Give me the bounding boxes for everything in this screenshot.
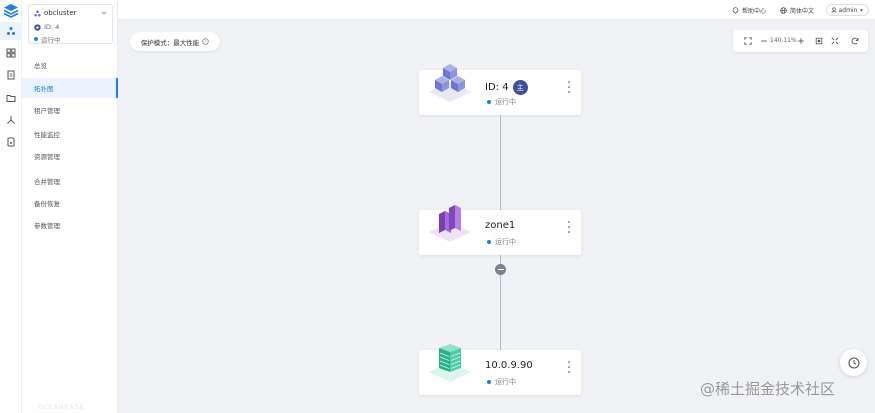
user-icon	[831, 7, 836, 13]
help-center-link[interactable]: 帮助中心	[732, 6, 766, 15]
user-menu[interactable]: admin	[826, 4, 869, 16]
cluster-node-title: ID: 4 主	[485, 80, 528, 95]
cluster-selector[interactable]: obcluster ID: 4 运行中	[28, 4, 113, 44]
icon-rail	[0, 0, 22, 413]
cluster-name: obcluster	[34, 9, 77, 17]
more-options-icon[interactable]	[567, 361, 571, 373]
fit-screen-icon[interactable]	[743, 36, 753, 46]
sidebar: obcluster ID: 4 运行中 总览 拓扑图 租户管理 性能监控 资源管…	[22, 0, 118, 413]
zone-node[interactable]: zone1 运行中	[419, 205, 581, 255]
primary-badge: 主	[512, 80, 528, 95]
sidebar-item-parameters[interactable]: 参数管理	[22, 215, 118, 235]
server-stack-icon	[429, 344, 471, 382]
rail-grid-icon[interactable]	[0, 44, 22, 62]
sidebar-item-overview[interactable]: 总览	[22, 55, 118, 75]
protection-mode-pill: 保护模式：最大性能 ?	[130, 32, 220, 51]
id-icon	[34, 23, 41, 31]
collapse-node-icon[interactable]	[495, 264, 506, 275]
rail-storage-icon[interactable]	[0, 133, 22, 151]
zoom-level: 140.11%	[770, 37, 797, 44]
language-switch[interactable]: 简体中文	[780, 6, 814, 15]
server-node-status: 运行中	[487, 377, 516, 387]
topology-canvas[interactable]: 保护模式：最大性能 ? 140.11% ID: 4 主 运行中 zone1 运行…	[118, 20, 875, 413]
rail-cluster-icon[interactable]	[0, 22, 22, 40]
location-icon	[732, 7, 739, 14]
sidebar-item-performance[interactable]: 性能监控	[22, 124, 118, 144]
sidebar-footer-logo: OCEANBASE	[38, 404, 85, 411]
more-options-icon[interactable]	[567, 221, 571, 233]
cluster-node[interactable]: ID: 4 主 运行中	[419, 64, 581, 115]
sidebar-item-tenant[interactable]: 租户管理	[22, 100, 118, 120]
rail-folder-icon[interactable]	[0, 89, 22, 107]
zone-building-icon	[429, 205, 471, 242]
more-options-icon[interactable]	[567, 81, 571, 93]
server-node[interactable]: 10.0.9.90 运行中	[419, 344, 581, 395]
cluster-zone-link	[500, 115, 501, 210]
svg-text:?: ?	[205, 39, 207, 44]
status-dot-icon	[487, 100, 491, 104]
help-icon[interactable]: ?	[202, 38, 209, 45]
zoom-out-icon[interactable]	[759, 36, 769, 46]
actual-size-icon[interactable]	[814, 36, 824, 46]
rail-topology-icon[interactable]	[0, 111, 22, 129]
cluster-icon	[34, 9, 41, 17]
top-bar: 帮助中心 简体中文 admin	[118, 0, 875, 20]
cluster-id: ID: 4	[34, 23, 59, 31]
cluster-node-status: 运行中	[487, 97, 516, 107]
chevron-down-icon[interactable]	[101, 10, 107, 16]
status-dot-icon	[487, 380, 491, 384]
sidebar-item-backup[interactable]: 备份恢复	[22, 193, 118, 213]
sidebar-item-resources[interactable]: 资源管理	[22, 146, 118, 166]
sidebar-item-merge[interactable]: 合并管理	[22, 171, 118, 191]
clock-icon	[847, 356, 860, 369]
status-dot-icon	[34, 37, 38, 41]
status-dot-icon	[487, 240, 491, 244]
refresh-icon[interactable]	[850, 36, 860, 46]
rail-document-icon[interactable]	[0, 66, 22, 84]
caret-down-icon	[860, 9, 864, 11]
cluster-cube-icon	[429, 64, 471, 102]
sidebar-item-topology[interactable]: 拓扑图	[22, 78, 118, 98]
globe-icon	[780, 7, 787, 14]
expand-icon[interactable]	[830, 36, 840, 46]
zoom-in-icon[interactable]	[796, 36, 806, 46]
zoom-toolbar: 140.11%	[733, 30, 868, 52]
zone-node-title: zone1	[485, 220, 516, 231]
watermark: @稀土掘金技术社区	[700, 380, 836, 398]
history-button[interactable]	[840, 349, 867, 376]
oceanbase-logo-icon	[3, 4, 19, 18]
cluster-status: 运行中	[34, 34, 61, 44]
zone-node-status: 运行中	[487, 237, 516, 247]
server-node-title: 10.0.9.90	[485, 360, 533, 371]
